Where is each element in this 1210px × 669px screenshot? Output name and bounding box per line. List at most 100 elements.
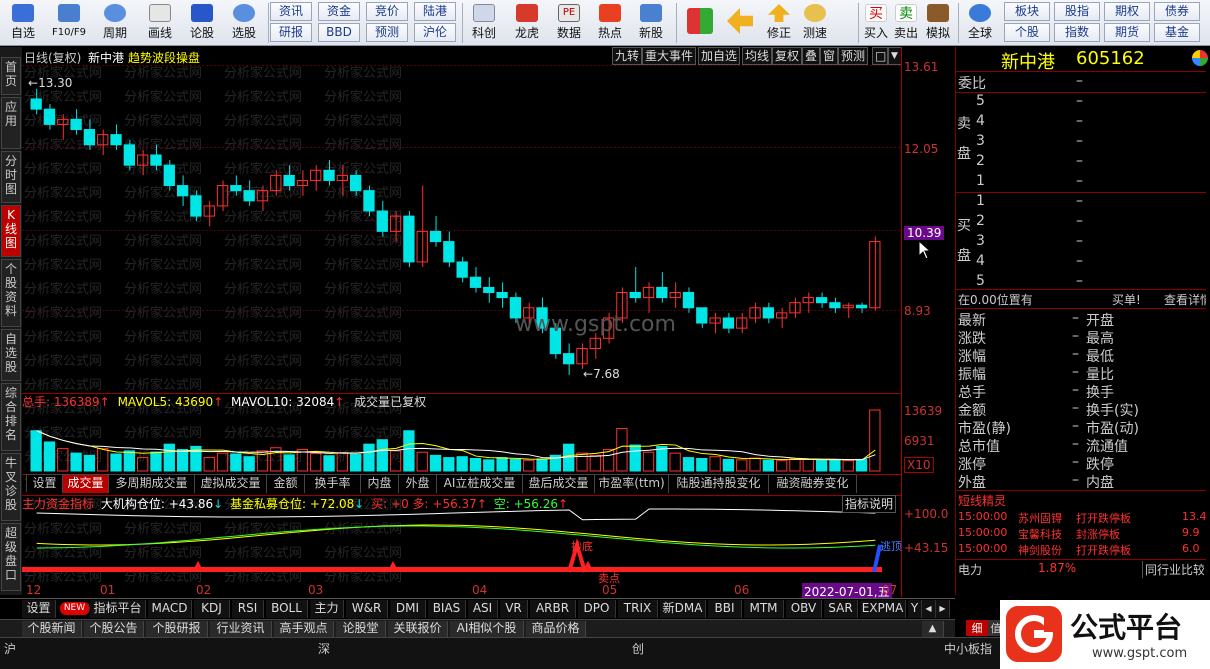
toolbar-redian[interactable]: 热点 [591, 2, 629, 44]
voltab-huanshoulv[interactable]: 换手率 [305, 475, 361, 493]
btab-dmi[interactable]: DMI [390, 600, 426, 618]
toolbar-bbd[interactable]: BBD [318, 23, 360, 42]
toolbar-maichu[interactable]: 卖 卖出 [892, 2, 920, 44]
btab-bbi[interactable]: BBI [708, 600, 742, 618]
toolbar-zijin[interactable]: 资金 [318, 2, 360, 21]
toolbar-mairu[interactable]: 买 买入 [862, 2, 890, 44]
sell-level-row[interactable]: 3– [956, 133, 1206, 151]
btab-asi[interactable]: ASI [468, 600, 498, 618]
toolbar-shuju[interactable]: PE 数据 [550, 2, 588, 44]
toolbar-kechuang[interactable]: 科创 [465, 2, 503, 44]
indicator-name-label[interactable]: 趋势波段操盘 [128, 49, 200, 66]
toolbar-bankuai[interactable]: 板块 [1004, 2, 1050, 21]
voltab-rongzi[interactable]: 融资融券变化 [769, 475, 857, 493]
ntab-gegu-yanbao[interactable]: 个股研报 [146, 621, 208, 637]
compare-link[interactable]: 同行业比较 [1142, 561, 1204, 578]
voltab-xuni[interactable]: 虚拟成交量 [195, 475, 267, 493]
voltab-duozhouqi[interactable]: 多周期成交量 [109, 475, 195, 493]
toolbar-lungu[interactable]: 论股 [184, 2, 220, 44]
buy-level-row[interactable]: 2– [956, 213, 1206, 231]
voltab-neipan[interactable]: 内盘 [361, 475, 399, 493]
view-detail-link[interactable]: 查看详情 [1164, 291, 1206, 308]
buy-single-link[interactable]: 买单! [1112, 291, 1141, 308]
btab-shezhi[interactable]: 设置 [22, 600, 56, 618]
voltab-lugutong[interactable]: 陆股通持股变化 [669, 475, 769, 493]
tab-zixuangu[interactable]: 自选股 [1, 329, 21, 381]
toolbar-yuce[interactable]: 预测 [366, 23, 408, 42]
btab-kdj[interactable]: KDJ [194, 600, 230, 618]
chevron-down-icon[interactable]: ▼ [888, 47, 902, 65]
voltab-panhou[interactable]: 盘后成交量 [523, 475, 595, 493]
toolbar-xingu[interactable]: 新股 [632, 2, 670, 44]
toolbar-f10[interactable]: F10/F9 [46, 2, 92, 44]
toolbar-jijin[interactable]: 基金 [1154, 23, 1200, 42]
btab-macd[interactable]: MACD [148, 600, 192, 618]
btab-zhuli[interactable]: 主力 [310, 600, 344, 618]
btab-arbr[interactable]: ARBR [530, 600, 576, 618]
ntab-shangpin-jiage[interactable]: 商品价格 [526, 621, 586, 637]
toolbar-zhishu[interactable]: 指数 [1054, 23, 1100, 42]
tab-zonghe-paiming[interactable]: 综合排名 [1, 383, 21, 451]
sell-level-row[interactable]: 2– [956, 153, 1206, 171]
btab-sar[interactable]: SAR [824, 600, 858, 618]
toolbar-zixuan[interactable]: 自选 [4, 2, 42, 44]
btab-vr[interactable]: VR [500, 600, 528, 618]
status-sz[interactable]: 深 [318, 640, 330, 657]
toolbar-gegu[interactable]: 个股 [1004, 23, 1050, 42]
toolbar-guzhi[interactable]: 股指 [1054, 2, 1100, 21]
btab-mtm[interactable]: MTM [744, 600, 784, 618]
btab-boll[interactable]: BOLL [266, 600, 308, 618]
toolbar-xiuzheng[interactable]: 修正 [762, 2, 796, 44]
btab-xin-dma[interactable]: 新DMA [660, 600, 706, 618]
panel-tab-xi[interactable]: 细 [966, 620, 988, 636]
voltab-jine[interactable]: 金额 [267, 475, 305, 493]
btab-rsi[interactable]: RSI [232, 600, 264, 618]
voltab-chengjiaoliang[interactable]: 成交量 [63, 475, 109, 493]
btn-jia-zixuan[interactable]: 加自选 [698, 47, 741, 65]
btab-y[interactable]: Y [908, 600, 922, 618]
toolbar-xuangu[interactable]: 选股 [224, 2, 264, 44]
toolbar-cesu[interactable]: 测速 [798, 2, 832, 44]
btab-trix[interactable]: TRIX [618, 600, 658, 618]
scroll-left-icon[interactable]: ◀ [922, 600, 936, 618]
btn-yuce[interactable]: 预测 [838, 47, 869, 65]
toolbar-hulun[interactable]: 沪伦 [414, 23, 456, 42]
btn-jiuzhuan[interactable]: 九转 [612, 47, 643, 65]
btn-junxian[interactable]: 均线 [742, 47, 773, 65]
btab-dpo[interactable]: DPO [578, 600, 616, 618]
ntab-gegu-gonggao[interactable]: 个股公告 [84, 621, 144, 637]
buy-level-row[interactable]: 4– [956, 253, 1206, 271]
tab-yingyong[interactable]: 应用 [1, 97, 21, 149]
btn-chuang[interactable]: 窗 [820, 47, 839, 65]
tab-gegu-ziliao[interactable]: 个股资料 [1, 259, 21, 327]
voltab-shiyinglv[interactable]: 市盈率(ttm) [595, 475, 669, 493]
btab-bias[interactable]: BIAS [428, 600, 466, 618]
toolbar-zhaiquan[interactable]: 债券 [1154, 2, 1200, 21]
btab-zhibiao-pingtai[interactable]: 指标平台 [90, 600, 146, 618]
status-cy[interactable]: 创 [632, 640, 644, 657]
btn-zhongda-shijian[interactable]: 重大事件 [642, 47, 697, 65]
toolbar-back[interactable] [722, 2, 758, 44]
ntab-lungutang[interactable]: 论股堂 [336, 621, 386, 637]
toolbar-jingjia[interactable]: 竞价 [366, 2, 408, 21]
sell-level-row[interactable]: 1– [956, 173, 1206, 191]
toolbar-zixun[interactable]: 资讯 [270, 2, 312, 21]
ntab-gaoshou-guandian[interactable]: 高手观点 [274, 621, 334, 637]
tab-niucha-zhengu[interactable]: 牛叉诊股 [1, 453, 21, 521]
ntab-gegu-xinwen[interactable]: 个股新闻 [22, 621, 82, 637]
toolbar-moni[interactable]: 模拟 [922, 2, 954, 44]
toolbar-qihuo[interactable]: 期货 [1104, 23, 1150, 42]
toolbar-quanqiu[interactable]: 全球 [962, 2, 998, 44]
toolbar-zhouqi[interactable]: 周期 [95, 2, 135, 44]
btab-obv[interactable]: OBV [786, 600, 822, 618]
btn-fuquan[interactable]: 复权 [772, 47, 803, 65]
scroll-right-icon[interactable]: ▶ [936, 600, 950, 618]
sell-level-row[interactable]: 5– [956, 93, 1206, 111]
tab-kxiantu[interactable]: K线图 [1, 205, 21, 257]
buy-level-row[interactable]: 1– [956, 193, 1206, 211]
jingling-row[interactable]: 15:00:00 神剑股份 打开跌停板 6.0 [956, 542, 1206, 560]
voltab-shezhi[interactable]: 设置 [27, 475, 63, 493]
lock-icon[interactable]: □ [872, 47, 888, 65]
btn-die[interactable]: 叠 [802, 47, 821, 65]
ntab-hangye-zixun[interactable]: 行业资讯 [210, 621, 272, 637]
